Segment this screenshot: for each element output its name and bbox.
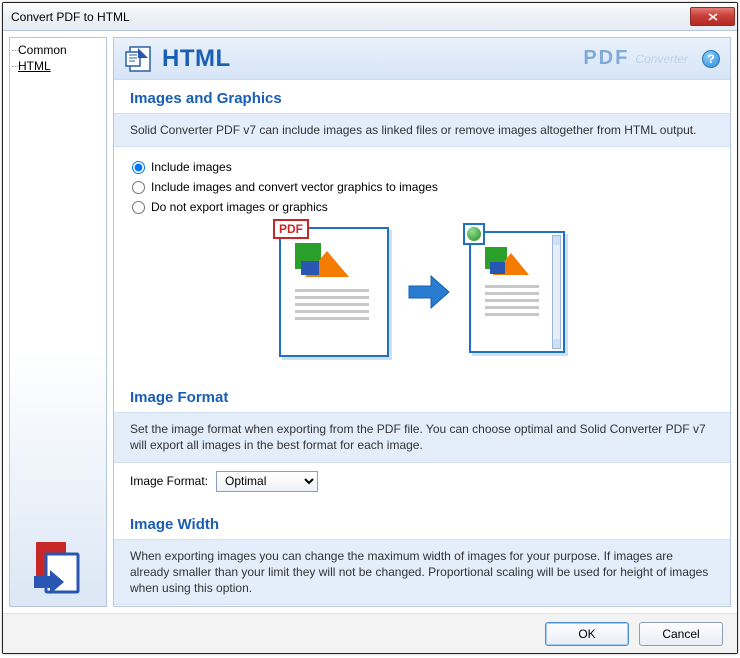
cancel-button[interactable]: Cancel (639, 622, 723, 646)
arrow-right-icon (405, 268, 453, 316)
conversion-illustration: PDF (130, 217, 714, 373)
help-icon: ? (707, 52, 714, 66)
radio-no-export[interactable]: Do not export images or graphics (130, 197, 714, 217)
main-panel: HTML PDF Converter ? Images and Graphics… (113, 37, 731, 607)
radio-include-convert-vector[interactable]: Include images and convert vector graphi… (130, 177, 714, 197)
content-scroll[interactable]: Images and Graphics Solid Converter PDF … (114, 80, 730, 606)
pdf-badge: PDF (273, 219, 309, 239)
globe-icon (467, 227, 481, 241)
dialog-footer: OK Cancel (3, 613, 737, 653)
scrollbar-icon (552, 235, 561, 349)
ok-button[interactable]: OK (545, 622, 629, 646)
html-page-icon (124, 44, 154, 74)
dialog-body: Common HTML (3, 31, 737, 613)
section-title-images: Images and Graphics (114, 80, 730, 113)
nav-tree: Common HTML (10, 38, 106, 540)
web-badge (463, 223, 485, 245)
pdf-page-icon: PDF (279, 227, 389, 357)
images-options: Include images Include images and conver… (114, 147, 730, 379)
section-title-format: Image Format (114, 379, 730, 412)
sidebar-convert-icon (32, 540, 84, 596)
radio-input[interactable] (132, 181, 145, 194)
image-format-label: Image Format: (130, 474, 208, 488)
panel-header: HTML PDF Converter ? (114, 38, 730, 80)
tree-item-label: Common (18, 43, 67, 57)
image-format-select[interactable]: Optimal (216, 471, 318, 492)
html-page-icon (469, 231, 565, 353)
radio-input[interactable] (132, 161, 145, 174)
brand-converter: Converter (635, 52, 688, 66)
brand-pdf: PDF (583, 47, 629, 70)
close-icon (708, 13, 718, 21)
section-title-width: Image Width (114, 506, 730, 539)
tree-item-html[interactable]: HTML (12, 58, 104, 74)
radio-label: Do not export images or graphics (151, 200, 328, 214)
dialog-window: Convert PDF to HTML Common HTML (2, 2, 738, 654)
radio-include-images[interactable]: Include images (130, 157, 714, 177)
close-button[interactable] (690, 7, 735, 26)
page-title: HTML (162, 45, 575, 73)
section-desc-format: Set the image format when exporting from… (114, 412, 730, 462)
section-desc-images: Solid Converter PDF v7 can include image… (114, 113, 730, 147)
image-format-row: Image Format: Optimal (114, 463, 730, 506)
brand-label: PDF Converter (583, 47, 688, 70)
tree-item-common[interactable]: Common (12, 42, 104, 58)
radio-label: Include images and convert vector graphi… (151, 180, 438, 194)
window-title: Convert PDF to HTML (11, 10, 690, 24)
help-button[interactable]: ? (702, 50, 720, 68)
sidebar: Common HTML (9, 37, 107, 607)
radio-input[interactable] (132, 201, 145, 214)
radio-label: Include images (151, 160, 232, 174)
titlebar: Convert PDF to HTML (3, 3, 737, 31)
section-desc-width: When exporting images you can change the… (114, 539, 730, 606)
tree-item-label: HTML (18, 59, 51, 73)
